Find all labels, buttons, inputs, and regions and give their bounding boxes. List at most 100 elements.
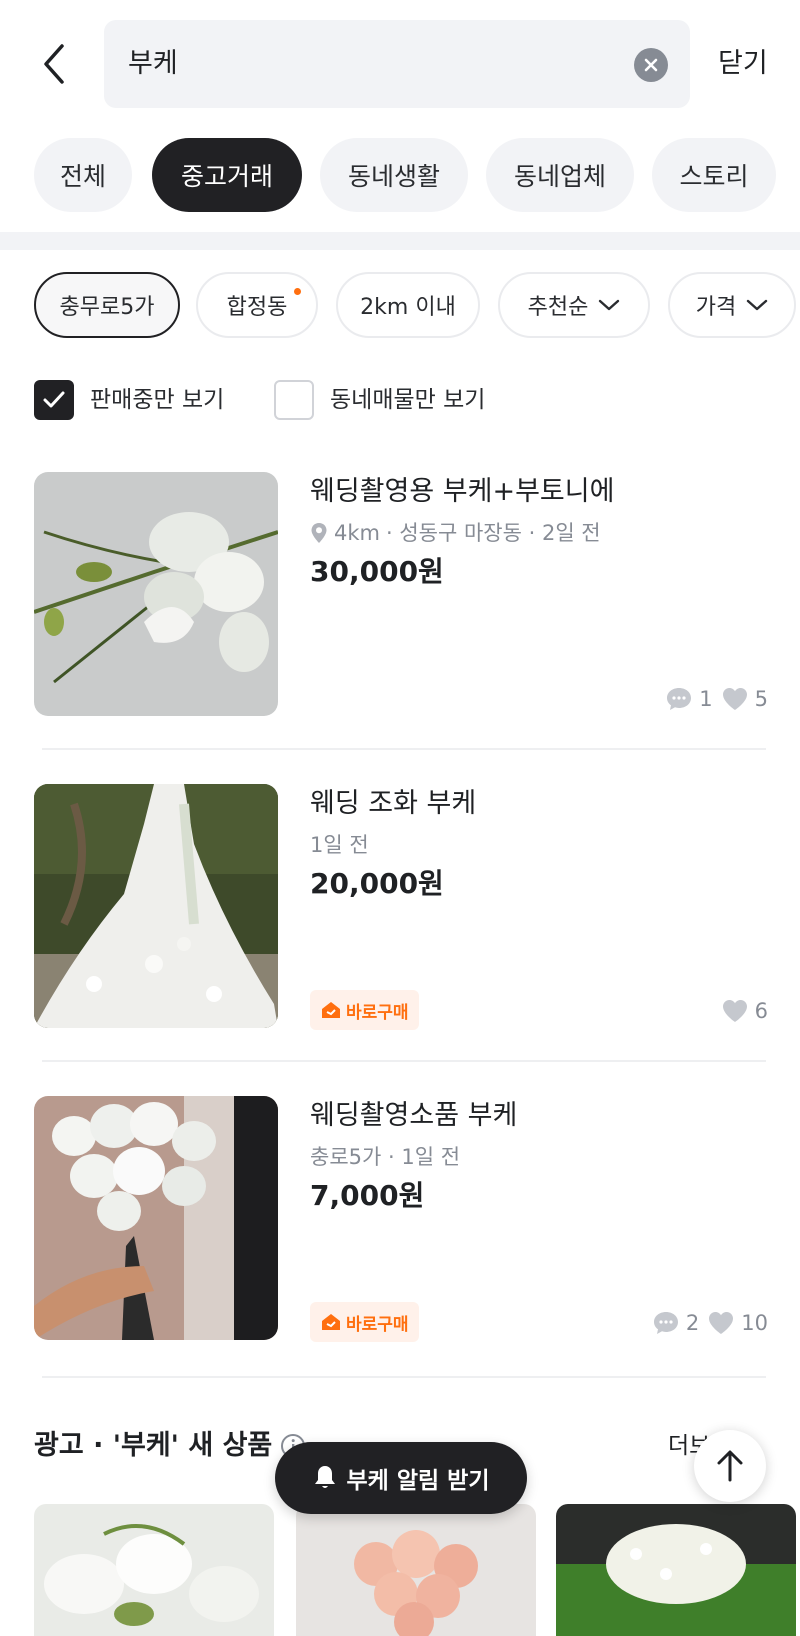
tab-used-trade[interactable]: 중고거래 (152, 138, 302, 212)
listing-meta: 4km · 성동구 마장동 · 2일 전 (310, 518, 770, 548)
arrow-up-icon (717, 1450, 743, 1482)
listing-divider (42, 1376, 766, 1378)
direct-buy-icon (322, 1002, 340, 1018)
heart-icon (722, 688, 747, 710)
new-dot (294, 288, 301, 295)
listing-price: 20,000원 (310, 867, 444, 900)
like-count: 5 (721, 686, 768, 712)
bell-icon (314, 1466, 335, 1488)
listing-meta: 1일 전 (310, 830, 770, 860)
listing-location-time: · 성동구 마장동 · 2일 전 (385, 521, 601, 545)
view-options: 판매중만 보기 동네매물만 보기 (0, 378, 800, 422)
listing-thumbnail (34, 784, 278, 1028)
like-count: 10 (707, 1310, 768, 1336)
chevron-left-icon (44, 44, 64, 84)
close-icon (644, 58, 658, 72)
listing-info: 웨딩 조화 부케 1일 전 20,000원 (310, 784, 770, 904)
heart-icon (709, 1312, 734, 1334)
direct-buy-label: 바로구매 (346, 1002, 409, 1023)
ad-product-thumbnail[interactable] (34, 1504, 274, 1636)
listing-info: 웨딩촬영용 부케+부토니에 4km · 성동구 마장동 · 2일 전 30,00… (310, 472, 770, 592)
filter-label: 2km 이내 (360, 295, 456, 320)
filter-sort[interactable]: 추천순 (498, 272, 650, 338)
on-sale-only-label[interactable]: 판매중만 보기 (90, 378, 224, 422)
filter-bar: 충무로5가 합정동 2km 이내 추천순 가격 (0, 272, 800, 340)
listing-meta: 충로5가 · 1일 전 (310, 1142, 770, 1172)
listing-divider (42, 748, 766, 750)
filter-label: 가격 (695, 295, 737, 320)
check-icon (43, 391, 65, 408)
filter-price[interactable]: 가격 (668, 272, 796, 338)
chat-icon (667, 688, 692, 710)
listing-thumbnail (34, 472, 278, 716)
local-only-checkbox[interactable] (274, 380, 314, 420)
listing-time: 1일 전 (310, 833, 369, 857)
chevron-down-icon (747, 299, 768, 311)
listing-item[interactable]: 웨딩촬영소품 부케 충로5가 · 1일 전 7,000원 바로구매 2 10 (0, 1096, 800, 1386)
ad-product-photo (34, 1504, 274, 1636)
back-button[interactable] (36, 40, 72, 88)
tab-community[interactable]: 동네생활 (320, 138, 468, 212)
direct-buy-badge: 바로구매 (310, 990, 419, 1030)
search-query-text: 부케 (128, 48, 178, 79)
listing-thumbnail (34, 1096, 278, 1340)
listing-title: 웨딩 조화 부케 (310, 788, 477, 819)
close-button[interactable]: 닫기 (718, 40, 768, 88)
direct-buy-badge: 바로구매 (310, 1302, 419, 1342)
comment-count: 1 (665, 686, 713, 712)
search-input[interactable]: 부케 (104, 20, 690, 108)
listing-item[interactable]: 웨딩 조화 부케 1일 전 20,000원 바로구매 6 (0, 784, 800, 1074)
listing-stats: 1 5 (665, 682, 768, 716)
location-pin-icon (311, 523, 327, 543)
filter-location-chungmuro[interactable]: 충무로5가 (34, 272, 180, 338)
tab-story[interactable]: 스토리 (652, 138, 776, 212)
comment-count-value: 2 (685, 1311, 700, 1335)
ad-product-thumbnail[interactable] (296, 1504, 536, 1636)
direct-buy-icon (322, 1314, 340, 1330)
listing-info: 웨딩촬영소품 부케 충로5가 · 1일 전 7,000원 (310, 1096, 770, 1216)
ad-product-thumbnail[interactable] (556, 1504, 796, 1636)
direct-buy-label: 바로구매 (346, 1314, 409, 1335)
listing-stats: 2 10 (652, 1306, 768, 1340)
listing-distance: 4km (334, 521, 380, 545)
listing-price: 7,000원 (310, 1179, 425, 1212)
chevron-down-icon (599, 299, 620, 311)
listing-item[interactable]: 웨딩촬영용 부케+부토니에 4km · 성동구 마장동 · 2일 전 30,00… (0, 472, 800, 762)
category-tabs: 전체 중고거래 동네생활 동네업체 스토리 (0, 138, 800, 212)
like-count-value: 5 (754, 687, 768, 711)
bouquet-photo (34, 472, 278, 716)
tab-local-business[interactable]: 동네업체 (486, 138, 634, 212)
filter-location-hapjeong[interactable]: 합정동 (196, 272, 318, 338)
clear-search-button[interactable] (634, 48, 668, 82)
wedding-dress-photo (34, 784, 278, 1028)
header: 부케 닫기 (0, 0, 800, 124)
ad-section-title: 광고 · '부케' 새 상품 (34, 1424, 306, 1468)
filter-label: 충무로5가 (59, 295, 155, 320)
heart-icon (722, 1000, 747, 1022)
comment-count: 2 (652, 1310, 699, 1336)
listing-price: 30,000원 (310, 555, 444, 588)
ad-product-photo (556, 1504, 796, 1636)
filter-label: 추천순 (527, 295, 589, 320)
filter-distance[interactable]: 2km 이내 (336, 272, 480, 338)
local-only-label[interactable]: 동네매물만 보기 (330, 378, 485, 422)
section-divider (0, 232, 800, 250)
on-sale-only-checkbox[interactable] (34, 380, 74, 420)
listing-divider (42, 1060, 766, 1062)
like-count-value: 6 (754, 999, 768, 1023)
chat-icon (653, 1312, 678, 1334)
like-count: 6 (721, 998, 768, 1024)
ad-product-photo (296, 1504, 536, 1636)
ad-title-text: 광고 · '부케' 새 상품 (34, 1430, 273, 1461)
comment-count-value: 1 (699, 687, 713, 711)
listing-stats: 6 (721, 994, 768, 1028)
listing-title: 웨딩촬영소품 부케 (310, 1100, 518, 1131)
listing-location-time: 충로5가 · 1일 전 (310, 1145, 461, 1169)
like-count-value: 10 (741, 1311, 768, 1335)
keyword-alert-button[interactable]: 부케 알림 받기 (275, 1442, 527, 1514)
tab-all[interactable]: 전체 (34, 138, 132, 212)
listing-title: 웨딩촬영용 부케+부토니에 (310, 476, 615, 507)
scroll-to-top-button[interactable] (694, 1430, 766, 1502)
bouquet-photo (34, 1096, 278, 1340)
filter-label: 합정동 (226, 295, 288, 320)
